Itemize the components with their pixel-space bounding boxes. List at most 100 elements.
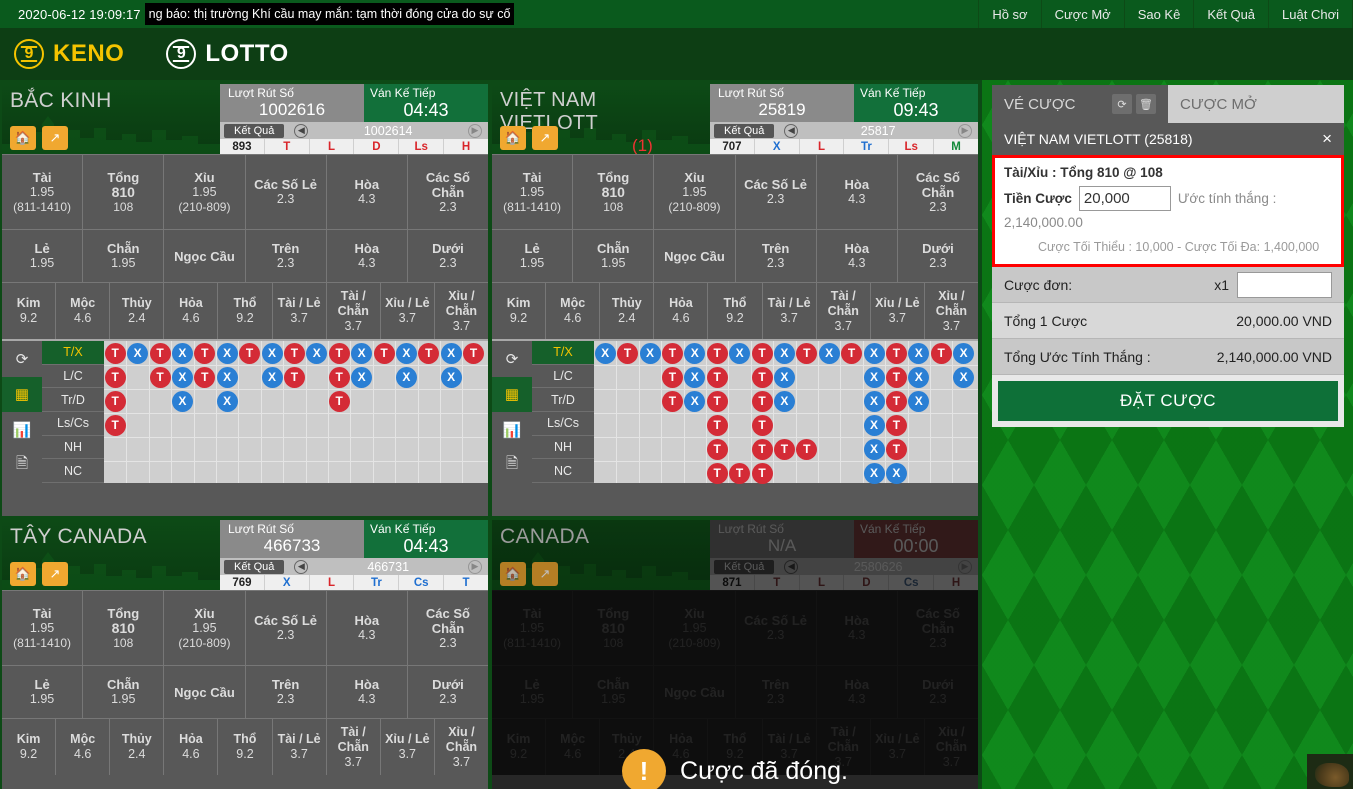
odds-cell[interactable]: Các Số Lẻ2.3 [246, 155, 327, 229]
odds-cell[interactable]: Tài / Chẵn3.7 [327, 283, 381, 339]
odds-cell[interactable]: Kim9.2 [2, 283, 57, 339]
close-icon[interactable]: × [1322, 129, 1332, 149]
trend-row-label[interactable]: Tr/D [532, 388, 594, 413]
next-result-icon[interactable]: ▶ [958, 123, 972, 138]
odds-cell[interactable]: Chẵn1.95 [83, 666, 165, 718]
stake-input[interactable] [1078, 186, 1171, 211]
brand-lotto[interactable]: 9 LOTTO [166, 39, 288, 69]
next-result-icon[interactable]: ▶ [468, 123, 482, 138]
odds-cell[interactable]: Mộc4.6 [546, 283, 601, 339]
odds-cell[interactable]: Trên2.3 [246, 666, 327, 718]
odds-cell[interactable]: Chẵn1.95 [83, 230, 165, 282]
trend-row-label[interactable]: T/X [42, 341, 104, 365]
odds-cell[interactable]: Xỉu / Chẵn3.7 [925, 283, 978, 339]
odds-cell[interactable]: Thủy2.4 [110, 283, 165, 339]
odds-cell[interactable]: Hỏa4.6 [654, 283, 709, 339]
odds-cell[interactable]: Thủy2.4 [600, 283, 655, 339]
prev-result-icon[interactable]: ◀ [784, 123, 799, 138]
brand-keno[interactable]: 9 KENO [14, 39, 124, 69]
bar-chart-icon[interactable]: 📊 [2, 412, 42, 448]
tab-bet-slip[interactable]: VÉ CƯỢC ⟳ 🗑 [992, 85, 1168, 123]
odds-cell[interactable]: Trên2.3 [736, 230, 817, 282]
odds-cell[interactable]: Hòa4.3 [327, 230, 408, 282]
nav-item-statement[interactable]: Sao Kê [1123, 0, 1194, 28]
odds-cell[interactable]: Tài / Lẻ3.7 [273, 719, 327, 775]
odds-cell[interactable]: Hòa4.3 [327, 666, 408, 718]
odds-cell[interactable]: Tài / Chẵn3.7 [817, 283, 871, 339]
nav-item-rules[interactable]: Luật Chơi [1268, 0, 1353, 28]
odds-cell[interactable]: Thổ9.2 [218, 719, 273, 775]
trend-row-label[interactable]: NC [532, 459, 594, 484]
odds-cell[interactable]: Tài / Chẵn3.7 [327, 719, 381, 775]
odds-cell[interactable]: Ngọc Cầu [164, 230, 246, 282]
grid-icon[interactable]: ▦ [492, 376, 532, 412]
trend-row-label[interactable]: T/X [532, 341, 594, 365]
odds-cell[interactable]: Thủy2.4 [110, 719, 165, 775]
trend-row-label[interactable]: Tr/D [42, 388, 104, 413]
odds-cell[interactable]: Hỏa4.6 [164, 719, 219, 775]
odds-cell[interactable]: Ngọc Cầu [654, 230, 736, 282]
document-icon[interactable]: 🗎 [492, 448, 532, 484]
quantity-input[interactable] [1237, 271, 1332, 298]
odds-cell[interactable]: Mộc4.6 [56, 719, 111, 775]
odds-cell[interactable]: Các Số Chẵn2.3 [898, 155, 978, 229]
external-link-icon[interactable]: ↗ [532, 562, 558, 586]
odds-cell[interactable]: Hòa4.3 [817, 155, 898, 229]
trend-row-label[interactable]: Ls/Cs [532, 412, 594, 436]
next-result-icon[interactable]: ▶ [958, 559, 972, 574]
odds-cell[interactable]: Dưới2.3 [408, 230, 488, 282]
refresh-icon[interactable]: ⟳ [492, 341, 532, 377]
refresh-icon[interactable]: ⟳ [1112, 94, 1132, 114]
odds-cell[interactable]: Xỉu / Chẵn3.7 [435, 719, 488, 775]
odds-cell[interactable]: Xỉu1.95(210-809) [654, 155, 736, 229]
home-icon[interactable]: 🏠 [10, 126, 36, 150]
external-link-icon[interactable]: ↗ [42, 126, 68, 150]
home-icon[interactable]: 🏠 [10, 562, 36, 586]
odds-cell[interactable]: Mộc4.6 [56, 283, 111, 339]
odds-cell[interactable]: Lẻ1.95 [492, 230, 574, 282]
external-link-icon[interactable]: ↗ [532, 126, 558, 150]
external-link-icon[interactable]: ↗ [42, 562, 68, 586]
odds-cell[interactable]: Xỉu / Lẻ3.7 [381, 283, 435, 339]
odds-cell[interactable]: Thổ9.2 [218, 283, 273, 339]
prev-result-icon[interactable]: ◀ [784, 559, 799, 574]
bar-chart-icon[interactable]: 📊 [492, 412, 532, 448]
odds-cell[interactable]: Tài1.95(811-1410) [492, 155, 574, 229]
odds-cell[interactable]: Hỏa4.6 [164, 283, 219, 339]
odds-cell[interactable]: Lẻ1.95 [2, 666, 84, 718]
odds-cell[interactable]: Hòa4.3 [327, 591, 408, 665]
odds-cell[interactable]: Dưới2.3 [408, 666, 488, 718]
odds-cell[interactable]: Tổng810108 [83, 591, 165, 665]
odds-cell[interactable]: Xỉu1.95(210-809) [164, 155, 246, 229]
odds-cell[interactable]: Các Số Chẵn2.3 [408, 155, 488, 229]
odds-cell[interactable]: Tài1.95(811-1410) [2, 155, 84, 229]
odds-cell[interactable]: Kim9.2 [492, 283, 547, 339]
odds-cell[interactable]: Các Số Lẻ2.3 [246, 591, 327, 665]
odds-cell[interactable]: Hòa4.3 [817, 230, 898, 282]
odds-cell[interactable]: Các Số Lẻ2.3 [736, 155, 817, 229]
document-icon[interactable]: 🗎 [2, 448, 42, 484]
odds-cell[interactable]: Ngọc Cầu [164, 666, 246, 718]
odds-cell[interactable]: Thổ9.2 [708, 283, 763, 339]
odds-cell[interactable]: Dưới2.3 [898, 230, 978, 282]
home-icon[interactable]: 🏠 [500, 562, 526, 586]
odds-cell[interactable]: Xỉu1.95(210-809) [164, 591, 246, 665]
odds-cell[interactable]: Tài / Lẻ3.7 [763, 283, 817, 339]
nav-item-results[interactable]: Kết Quả [1193, 0, 1268, 28]
trend-row-label[interactable]: L/C [532, 365, 594, 389]
odds-cell[interactable]: Lẻ1.95 [2, 230, 84, 282]
trend-row-label[interactable]: Ls/Cs [42, 412, 104, 436]
odds-cell[interactable]: Xỉu / Lẻ3.7 [381, 719, 435, 775]
odds-cell[interactable]: Kim9.2 [2, 719, 57, 775]
trash-icon[interactable]: 🗑 [1136, 94, 1156, 114]
odds-cell[interactable]: Trên2.3 [246, 230, 327, 282]
trend-row-label[interactable]: L/C [42, 365, 104, 389]
odds-cell[interactable]: Xỉu / Lẻ3.7 [871, 283, 925, 339]
prev-result-icon[interactable]: ◀ [294, 123, 309, 138]
trend-row-label[interactable]: NH [42, 436, 104, 460]
odds-cell[interactable]: Các Số Chẵn2.3 [408, 591, 488, 665]
odds-cell[interactable]: Tổng810108 [573, 155, 655, 229]
odds-cell[interactable]: Chẵn1.95 [573, 230, 655, 282]
nav-item-profile[interactable]: Hồ sơ [978, 0, 1040, 28]
next-result-icon[interactable]: ▶ [468, 559, 482, 574]
